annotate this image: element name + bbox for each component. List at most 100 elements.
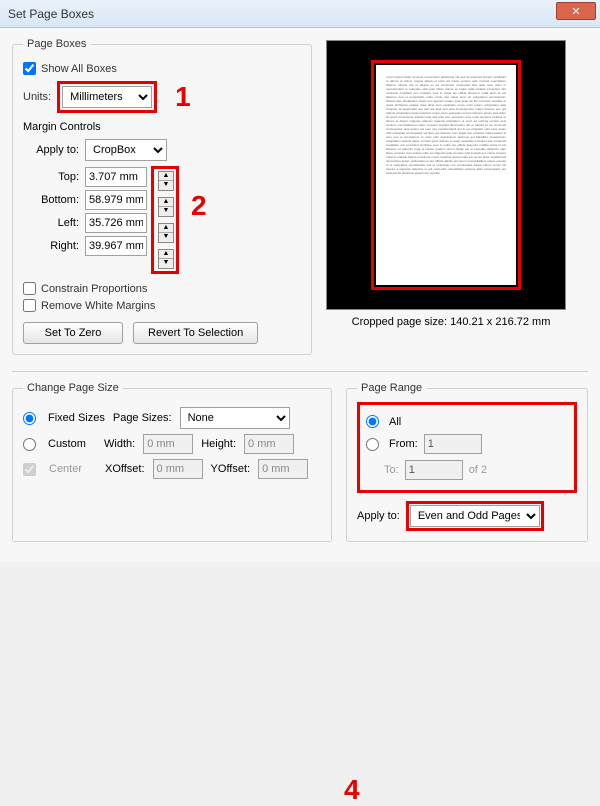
of-label: of 2 [469,464,487,476]
height-label: Height: [201,438,236,450]
spin-up-icon[interactable]: ▲ [159,250,173,259]
margin-right-input[interactable] [85,236,147,256]
margin-left-label: Left: [23,217,79,229]
units-label: Units: [23,91,51,103]
center-row: Center XOffset: YOffset: [23,459,321,479]
units-row: Units: Millimeters 1 [23,81,301,113]
page-sizes-select[interactable]: None [180,407,290,429]
remove-wm-label: Remove White Margins [41,300,155,312]
from-label: From: [389,438,418,450]
from-input [424,434,482,454]
preview-frame: Lorem ipsum dolor sit amet consectetur a… [326,40,566,310]
pr-apply-select[interactable]: Even and Odd Pages [410,505,540,527]
constrain-checkbox[interactable] [23,282,36,295]
margin-right-spinner[interactable]: ▲▼ [158,249,174,269]
center-checkbox [23,463,36,476]
spin-down-icon[interactable]: ▼ [159,181,173,190]
page-range-legend: Page Range [357,382,426,394]
custom-row: Custom Width: Height: [23,434,321,454]
height-input [244,434,294,454]
preview-highlight: Lorem ipsum dolor sit amet consectetur a… [371,60,521,290]
margin-controls: Margin Controls Apply to: CropBox Top: [23,121,301,344]
width-input [143,434,193,454]
xoffset-label: XOffset: [105,463,145,475]
margin-top-input[interactable] [85,167,147,187]
fixed-sizes-row: Fixed Sizes Page Sizes: None [23,407,321,429]
spin-down-icon[interactable]: ▼ [159,233,173,242]
margin-bottom-row: Bottom: [23,190,147,210]
apply-to-label: Apply to: [23,144,79,156]
remove-wm-row: Remove White Margins [23,299,301,312]
preview-column: Lorem ipsum dolor sit amet consectetur a… [326,38,576,365]
yoffset-input [258,459,308,479]
from-row: From: [366,434,568,454]
to-row: To: of 2 [366,460,568,480]
margin-left-input[interactable] [85,213,147,233]
divider [12,371,588,372]
page-boxes-legend: Page Boxes [23,38,90,50]
spin-down-icon[interactable]: ▼ [159,207,173,216]
units-highlight: Millimeters [57,81,157,113]
set-to-zero-button[interactable]: Set To Zero [23,322,123,344]
annotation-2: 2 [191,190,207,222]
margin-bottom-input[interactable] [85,190,147,210]
all-row: All [366,415,568,428]
xoffset-input [153,459,203,479]
custom-label: Custom [48,438,96,450]
show-all-checkbox[interactable] [23,62,36,75]
margin-top-row: Top: [23,167,147,187]
spin-up-icon[interactable]: ▲ [159,172,173,181]
window-title: Set Page Boxes [8,7,94,21]
margin-fields-col: Top: Bottom: Left: [23,164,147,259]
cropped-size-label: Cropped page size: 140.21 x 216.72 mm [326,316,576,328]
titlebar: Set Page Boxes ✕ [0,0,600,28]
fixed-sizes-radio[interactable] [23,412,36,425]
pr-apply-row: Apply to: Even and Odd Pages [357,501,577,531]
annotation-4: 4 [344,774,360,806]
all-label: All [389,416,401,428]
constrain-label: Constrain Proportions [41,283,147,295]
apply-to-select[interactable]: CropBox [85,139,167,161]
spin-down-icon[interactable]: ▼ [159,259,173,268]
custom-radio[interactable] [23,438,36,451]
margin-right-row: Right: [23,236,147,256]
preview-page: Lorem ipsum dolor sit amet consectetur a… [376,65,516,285]
page-range-group: Page Range All From: To: of 2 App [346,382,588,542]
show-all-label: Show All Boxes [41,63,117,75]
yoffset-label: YOffset: [211,463,251,475]
spin-up-icon[interactable]: ▲ [159,224,173,233]
center-label: Center [49,463,97,475]
margin-bottom-label: Bottom: [23,194,79,206]
pr-apply-highlight: Even and Odd Pages [406,501,544,531]
margin-left-row: Left: [23,213,147,233]
all-radio[interactable] [366,415,379,428]
to-input [405,460,463,480]
units-select[interactable]: Millimeters [62,86,152,108]
margin-buttons: Set To Zero Revert To Selection [23,322,301,344]
close-button[interactable]: ✕ [556,2,596,20]
change-page-size-legend: Change Page Size [23,382,123,394]
remove-wm-checkbox[interactable] [23,299,36,312]
margin-bottom-spinner[interactable]: ▲▼ [158,197,174,217]
spinner-highlight: ▲▼ ▲▼ ▲▼ ▲▼ [151,166,179,274]
margin-top-label: Top: [23,171,79,183]
annotation-1: 1 [175,81,191,113]
page-range-highlight: All From: To: of 2 [357,402,577,493]
margin-top-spinner[interactable]: ▲▼ [158,171,174,191]
pr-apply-label: Apply to: [357,510,400,522]
spin-up-icon[interactable]: ▲ [159,198,173,207]
width-label: Width: [104,438,135,450]
from-radio[interactable] [366,438,379,451]
page-boxes-group: Page Boxes Show All Boxes Units: Millime… [12,38,312,355]
margin-right-label: Right: [23,240,79,252]
apply-to-row: Apply to: CropBox [23,139,301,161]
revert-button[interactable]: Revert To Selection [133,322,258,344]
margin-controls-legend: Margin Controls [23,121,301,133]
fixed-sizes-label: Fixed Sizes [48,412,105,424]
margin-left-spinner[interactable]: ▲▼ [158,223,174,243]
dialog-content: 3 Page Boxes Show All Boxes Units: Milli… [0,28,600,562]
change-page-size-group: Change Page Size Fixed Sizes Page Sizes:… [12,382,332,542]
to-label: To: [384,464,399,476]
page-sizes-label: Page Sizes: [113,412,172,424]
show-all-row: Show All Boxes [23,62,301,75]
